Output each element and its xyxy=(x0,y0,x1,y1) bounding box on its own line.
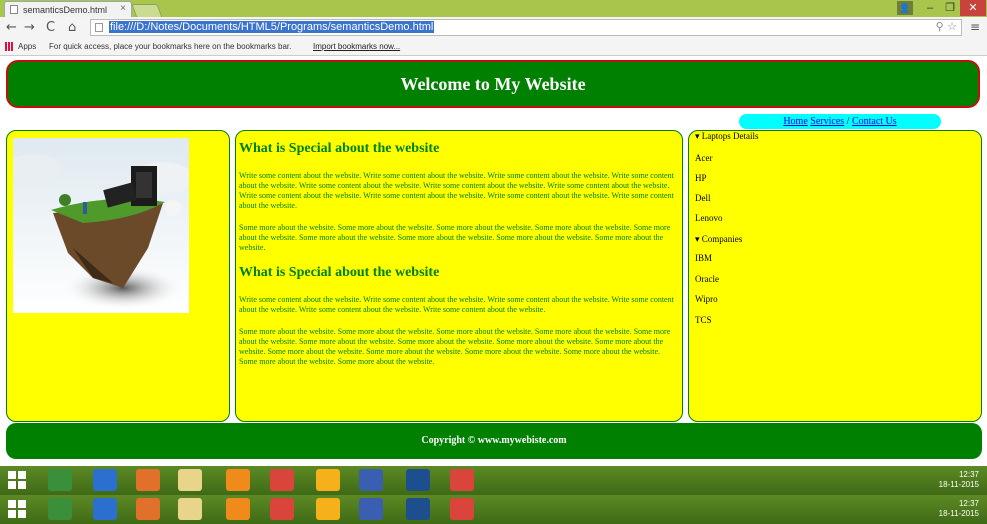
content-paragraph: Write some content about the website. Wr… xyxy=(239,171,674,210)
address-bar[interactable]: file:///D:/Notes/Documents/HTML5/Program… xyxy=(90,19,962,36)
site-title: Welcome to My Website xyxy=(400,74,586,94)
ie-icon[interactable] xyxy=(93,469,117,491)
content-paragraph: Some more about the website. Some more a… xyxy=(239,223,671,252)
windows-start-icon[interactable] xyxy=(8,471,26,489)
chrome-icon[interactable] xyxy=(450,469,474,491)
vlc-icon[interactable] xyxy=(226,498,250,520)
url-text[interactable]: file:///D:/Notes/Documents/HTML5/Program… xyxy=(109,21,435,33)
content-paragraph: Some more about the website. Some more a… xyxy=(239,327,671,366)
app-icon[interactable] xyxy=(316,498,340,520)
apps-grid-icon[interactable] xyxy=(5,42,14,51)
page-icon xyxy=(10,5,18,14)
nav-separator: / xyxy=(844,116,852,127)
app-icon[interactable] xyxy=(406,469,430,491)
companies-details-toggle[interactable]: ▾ Companies xyxy=(695,234,742,245)
summary-label: Companies xyxy=(701,234,743,244)
chrome-icon[interactable] xyxy=(450,498,474,520)
store-icon[interactable] xyxy=(48,498,72,520)
nav-home-link[interactable]: Home xyxy=(783,116,807,127)
app-icon[interactable] xyxy=(406,498,430,520)
main-content: What is Special about the website Write … xyxy=(235,130,683,422)
bookmarks-message: For quick access, place your bookmarks h… xyxy=(49,42,292,51)
chrome-icon[interactable] xyxy=(270,498,294,520)
list-item: Wipro xyxy=(695,294,718,304)
import-bookmarks-link[interactable]: Import bookmarks now... xyxy=(313,42,400,51)
list-item: IBM xyxy=(695,253,713,263)
word-icon[interactable] xyxy=(359,498,383,520)
home-icon[interactable]: ⌂ xyxy=(68,20,76,35)
maximize-icon[interactable]: ❐ xyxy=(938,0,962,16)
back-arrow-icon[interactable]: ← xyxy=(6,20,17,35)
window-titlebar: semanticsDemo.html × 👤 – ❐ ✕ xyxy=(0,0,987,18)
close-tab-icon[interactable]: × xyxy=(120,3,126,14)
bookmarks-bar: Apps For quick access, place your bookma… xyxy=(0,39,987,56)
browser-tab[interactable]: semanticsDemo.html × xyxy=(4,1,132,17)
user-icon[interactable]: 👤 xyxy=(897,1,913,15)
page-viewport: Welcome to My Website Home Services / Co… xyxy=(0,56,987,466)
clock-date: 18-11-2015 xyxy=(938,509,979,518)
system-clock[interactable]: 12:37 18-11-2015 xyxy=(939,470,979,490)
section-heading: What is Special about the website xyxy=(239,141,440,156)
taskbar: 12:37 18-11-2015 xyxy=(0,495,987,524)
menu-icon[interactable]: ≡ xyxy=(970,20,980,34)
clock-date: 18-11-2015 xyxy=(938,480,979,489)
summary-label: Laptops Details xyxy=(701,131,759,141)
system-clock[interactable]: 12:37 18-11-2015 xyxy=(939,499,979,519)
list-item: Oracle xyxy=(695,274,719,284)
firefox-icon[interactable] xyxy=(136,469,160,491)
new-tab-button[interactable] xyxy=(131,4,163,18)
folder-icon[interactable] xyxy=(178,498,202,520)
list-item: Lenovo xyxy=(695,213,723,223)
app-icon[interactable] xyxy=(316,469,340,491)
chrome-icon[interactable] xyxy=(270,469,294,491)
site-footer: Copyright © www.mywebiste.com xyxy=(6,423,982,459)
section-heading: What is Special about the website xyxy=(239,265,440,280)
list-item: HP xyxy=(695,173,707,183)
windows-start-icon[interactable] xyxy=(8,500,26,518)
reload-icon[interactable]: C xyxy=(46,20,55,35)
clock-time: 12:37 xyxy=(958,470,979,479)
vlc-icon[interactable] xyxy=(226,469,250,491)
forward-arrow-icon[interactable]: → xyxy=(24,20,35,35)
content-paragraph: Write some content about the website. Wr… xyxy=(239,295,674,314)
left-column xyxy=(6,130,230,422)
list-item: Acer xyxy=(695,153,713,163)
folder-icon[interactable] xyxy=(178,469,202,491)
ie-icon[interactable] xyxy=(93,498,117,520)
taskbar: 12:37 18-11-2015 xyxy=(0,466,987,495)
site-nav: Home Services / Contact Us xyxy=(739,114,941,129)
site-header: Welcome to My Website xyxy=(6,60,980,108)
laptops-details-toggle[interactable]: ▾ Laptops Details xyxy=(695,131,759,142)
clock-time: 12:37 xyxy=(958,499,979,508)
nav-contact-link[interactable]: Contact Us xyxy=(852,116,897,127)
apps-link[interactable]: Apps xyxy=(18,42,36,51)
copyright-text: Copyright © www.mywebiste.com xyxy=(421,435,567,446)
list-item: TCS xyxy=(695,315,712,325)
zoom-star-icons[interactable]: ⚲ ☆ xyxy=(936,20,957,33)
aside-column: ▾ Laptops Details Acer HP Dell Lenovo ▾ … xyxy=(688,130,982,422)
floating-island-image xyxy=(13,138,189,313)
tab-title: semanticsDemo.html xyxy=(23,5,108,15)
nav-services-link[interactable]: Services xyxy=(810,116,844,127)
list-item: Dell xyxy=(695,193,711,203)
store-icon[interactable] xyxy=(48,469,72,491)
firefox-icon[interactable] xyxy=(136,498,160,520)
word-icon[interactable] xyxy=(359,469,383,491)
file-icon xyxy=(95,23,103,32)
close-icon[interactable]: ✕ xyxy=(960,0,986,16)
